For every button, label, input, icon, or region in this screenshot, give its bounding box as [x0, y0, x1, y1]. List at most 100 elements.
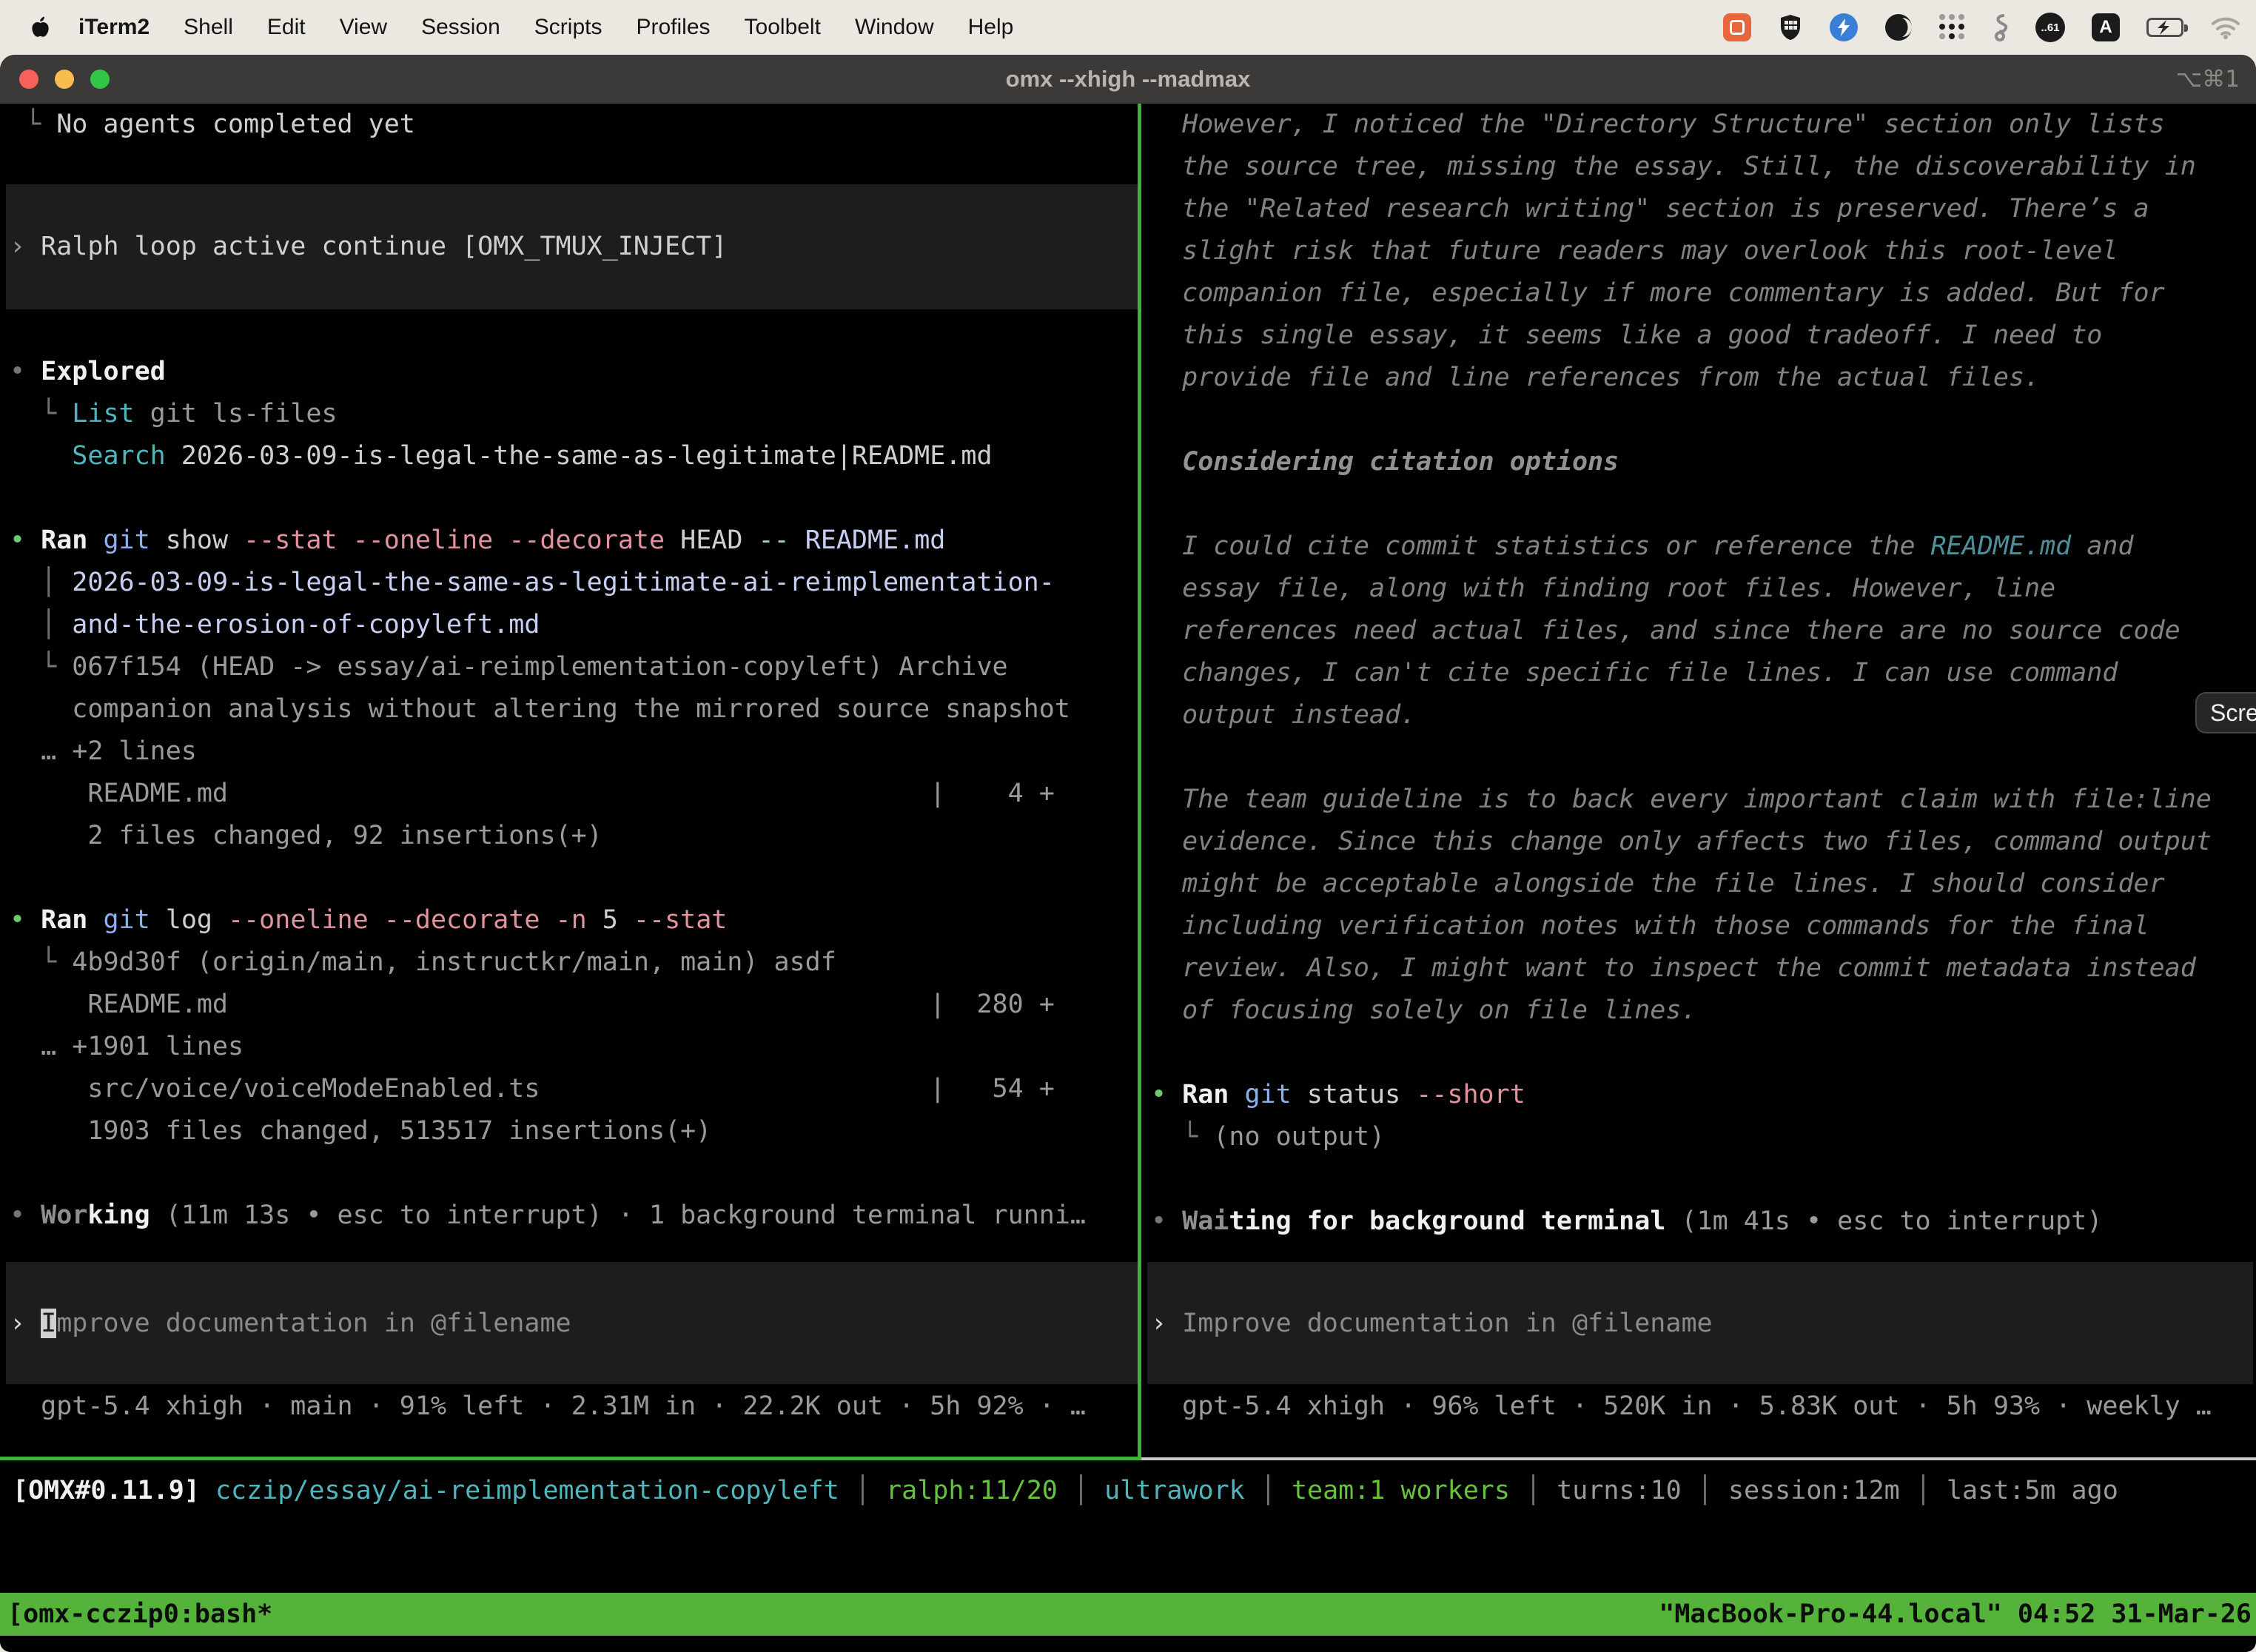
terminal-line — [1147, 399, 2253, 441]
input-text: mprove documentation in @filename — [56, 1309, 571, 1338]
right-pane-body: However, I noticed the "Directory Struct… — [1147, 104, 2253, 1243]
terminal-line: output instead. — [1147, 694, 2253, 736]
terminal-line: … +1901 lines — [6, 1026, 1138, 1068]
tmux-status-bar: [omx-cczip0:bash* "MacBook-Pro-44.local"… — [0, 1593, 2256, 1636]
terminal-line: Search 2026-03-09-is-legal-the-same-as-l… — [6, 435, 1138, 477]
screen: iTerm2 Shell Edit View Session Scripts P… — [0, 0, 2256, 1652]
terminal-line: including verification notes with those … — [1147, 905, 2253, 947]
ralph-inject-box: › Ralph loop active continue [OMX_TMUX_I… — [6, 184, 1138, 309]
left-prompt-input[interactable]: › Improve documentation in @filename — [6, 1262, 1138, 1384]
terminal-line: • Ran git status --short — [1147, 1074, 2253, 1116]
window-title-bar[interactable]: omx --xhigh --madmax ⌥⌘1 — [0, 55, 2256, 104]
menu-item-session[interactable]: Session — [421, 15, 500, 40]
left-session-status: gpt-5.4 xhigh · main · 91% left · 2.31M … — [6, 1386, 1138, 1428]
terminal-line — [6, 857, 1138, 899]
terminal-line: 2 files changed, 92 insertions(+) — [6, 815, 1138, 857]
terminal-line: evidence. Since this change only affects… — [1147, 821, 2253, 863]
shield-grid-icon[interactable] — [1778, 13, 1803, 41]
terminal-line: › Ralph loop active continue [OMX_TMUX_I… — [6, 226, 727, 268]
terminal-line: I could cite commit statistics or refere… — [1147, 526, 2253, 568]
terminal-line: README.md | 280 + — [6, 984, 1138, 1026]
terminal-line — [1147, 483, 2253, 526]
left-pane-top-lines: └ No agents completed yet — [6, 104, 1138, 146]
right-terminal-pane[interactable]: However, I noticed the "Directory Struct… — [1147, 104, 2253, 1593]
window-shortcut-badge: ⌥⌘1 — [2176, 55, 2240, 104]
terminal-line — [6, 1152, 1138, 1195]
tmux-session-name[interactable]: [omx-cczip0:bash* — [0, 1599, 272, 1629]
prompt-chevron-icon: › — [10, 1309, 41, 1338]
menu-item-help[interactable]: Help — [968, 15, 1014, 40]
terminal-line: └ 4b9d30f (origin/main, instructkr/main,… — [6, 941, 1138, 984]
wifi-icon[interactable] — [2210, 16, 2241, 39]
terminal-area: └ No agents completed yet › Ralph loop a… — [0, 104, 2256, 1652]
terminal-line: • Explored — [6, 351, 1138, 393]
menu-item-edit[interactable]: Edit — [267, 15, 306, 40]
terminal-line: companion file, especially if more comme… — [1147, 272, 2253, 315]
left-pane-bottom-border — [0, 1457, 1138, 1460]
terminal-line: might be acceptable alongside the file l… — [1147, 863, 2253, 905]
pane-divider[interactable] — [1138, 104, 1141, 1460]
squiggle-icon[interactable] — [1993, 13, 2009, 42]
menu-item-view[interactable]: View — [340, 15, 387, 40]
terminal-line: this single essay, it seems like a good … — [1147, 315, 2253, 357]
crescent-circle-icon[interactable] — [1884, 13, 1913, 41]
right-pane-bottom-border — [1141, 1457, 2256, 1460]
bolt-circle-icon[interactable] — [1830, 13, 1858, 41]
terminal-line: src/voice/voiceModeEnabled.ts | 54 + — [6, 1068, 1138, 1110]
macos-menu-bar: iTerm2 Shell Edit View Session Scripts P… — [0, 0, 2256, 55]
text-cursor: I — [41, 1309, 56, 1338]
left-pane-body: • Explored └ List git ls-files Search 20… — [6, 351, 1138, 1237]
terminal-line: README.md | 4 + — [6, 773, 1138, 815]
menu-item-toolbelt[interactable]: Toolbelt — [745, 15, 821, 40]
terminal-line: └ List git ls-files — [6, 393, 1138, 435]
terminal-line: companion analysis without altering the … — [6, 688, 1138, 731]
iterm2-window: omx --xhigh --madmax ⌥⌘1 └ No agents com… — [0, 55, 2256, 1652]
screen-share-overlay-chip[interactable]: Scre — [2195, 692, 2256, 733]
menu-item-iterm2[interactable]: iTerm2 — [78, 15, 150, 40]
stat-badge-icon[interactable]: ..61 — [2035, 13, 2065, 42]
terminal-line: the source tree, missing the essay. Stil… — [1147, 146, 2253, 188]
terminal-line: provide file and line references from th… — [1147, 357, 2253, 399]
menu-item-profiles[interactable]: Profiles — [636, 15, 710, 40]
terminal-line: of focusing solely on file lines. — [1147, 990, 2253, 1032]
messages-icon[interactable] — [1723, 13, 1751, 41]
input-source-icon[interactable]: A — [2092, 13, 2120, 41]
terminal-line: └ 067f154 (HEAD -> essay/ai-reimplementa… — [6, 646, 1138, 688]
terminal-line: references need actual files, and since … — [1147, 610, 2253, 652]
menu-item-window[interactable]: Window — [855, 15, 934, 40]
terminal-line — [1147, 1032, 2253, 1074]
terminal-line — [1147, 1158, 2253, 1201]
terminal-line: • Working (11m 13s • esc to interrupt) ·… — [6, 1195, 1138, 1237]
terminal-line: └ (no output) — [1147, 1116, 2253, 1158]
window-title: omx --xhigh --madmax — [0, 55, 2256, 104]
terminal-line: │ 2026-03-09-is-legal-the-same-as-legiti… — [6, 562, 1138, 604]
battery-icon[interactable] — [2146, 18, 2183, 37]
terminal-line: • Ran git show --stat --oneline --decora… — [6, 520, 1138, 562]
menu-item-shell[interactable]: Shell — [184, 15, 233, 40]
dots-grid-icon[interactable] — [1939, 14, 1966, 41]
omx-status-bar: [OMX#0.11.9] cczip/essay/ai-reimplementa… — [9, 1470, 2256, 1512]
right-prompt-input[interactable]: › Improve documentation in @filename — [1147, 1262, 2253, 1384]
apple-menu-icon[interactable] — [27, 14, 49, 41]
terminal-line: • Waiting for background terminal (1m 41… — [1147, 1201, 2253, 1243]
right-session-status: gpt-5.4 xhigh · 96% left · 520K in · 5.8… — [1147, 1386, 2253, 1428]
prompt-chevron-icon: › — [1151, 1309, 1182, 1338]
terminal-line: gpt-5.4 xhigh · 96% left · 520K in · 5.8… — [1147, 1386, 2253, 1428]
menu-bar-status-icons: ..61 A — [1723, 13, 2256, 42]
terminal-line: Considering citation options — [1147, 441, 2253, 483]
terminal-line: [OMX#0.11.9] cczip/essay/ai-reimplementa… — [9, 1470, 2256, 1512]
menu-item-scripts[interactable]: Scripts — [534, 15, 602, 40]
terminal-line: changes, I can't cite specific file line… — [1147, 652, 2253, 694]
terminal-line — [1147, 736, 2253, 779]
terminal-line: slight risk that future readers may over… — [1147, 230, 2253, 272]
left-terminal-pane[interactable]: └ No agents completed yet › Ralph loop a… — [6, 104, 1138, 1593]
terminal-line: 1903 files changed, 513517 insertions(+) — [6, 1110, 1138, 1152]
terminal-line: essay file, along with finding root file… — [1147, 568, 2253, 610]
terminal-line: │ and-the-erosion-of-copyleft.md — [6, 604, 1138, 646]
terminal-line — [6, 477, 1138, 520]
terminal-line: • Ran git log --oneline --decorate -n 5 … — [6, 899, 1138, 941]
input-text: Improve documentation in @filename — [1182, 1309, 1712, 1338]
tmux-host-clock: "MacBook-Pro-44.local" 04:52 31-Mar-26 — [1659, 1599, 2256, 1629]
terminal-line: The team guideline is to back every impo… — [1147, 779, 2253, 821]
terminal-line: └ No agents completed yet — [6, 104, 1138, 146]
